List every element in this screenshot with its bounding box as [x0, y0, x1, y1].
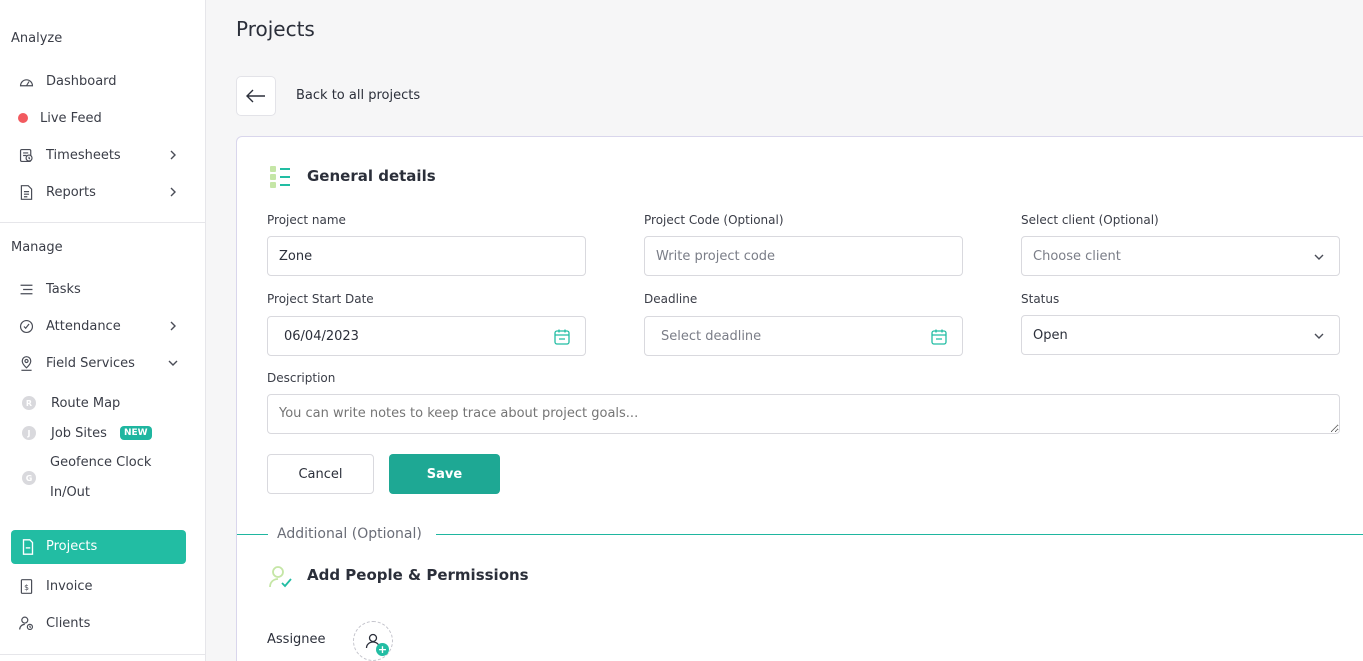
- sidebar-item-dashboard[interactable]: Dashboard: [0, 66, 205, 96]
- user-check-icon: [269, 566, 292, 588]
- sidebar-item-label: Tasks: [46, 281, 81, 297]
- sidebar: Analyze Dashboard Live Feed Timesheets R…: [0, 0, 206, 661]
- deadline-label: Deadline: [644, 292, 698, 306]
- attendance-icon: [17, 317, 35, 335]
- analyze-section-title: Analyze: [11, 31, 63, 46]
- sidebar-item-label: Live Feed: [40, 110, 102, 126]
- back-button[interactable]: [236, 76, 276, 116]
- status-label: Status: [1021, 292, 1060, 306]
- sidebar-item-label: Field Services: [46, 355, 135, 371]
- sidebar-item-label: Projects: [46, 539, 98, 554]
- status-select-value: Open: [1033, 327, 1068, 343]
- manage-section-title: Manage: [11, 240, 63, 255]
- sidebar-item-label: Timesheets: [46, 147, 121, 163]
- client-icon: [17, 614, 35, 632]
- letter-badge: R: [22, 396, 36, 410]
- sidebar-subitem-label: Geofence Clock: [50, 455, 152, 470]
- status-select[interactable]: Open: [1021, 315, 1340, 355]
- sidebar-item-clients[interactable]: Clients: [0, 608, 205, 638]
- start-date-input[interactable]: 06/04/2023: [267, 316, 586, 356]
- sidebar-item-field-services[interactable]: Field Services: [0, 348, 205, 378]
- sidebar-subitem-label: Job Sites: [51, 425, 107, 441]
- client-select-value: Choose client: [1033, 248, 1121, 264]
- letter-badge: G: [22, 471, 36, 485]
- letter-badge: J: [22, 426, 36, 440]
- sidebar-item-label: Clients: [46, 615, 91, 631]
- description-label: Description: [267, 371, 336, 385]
- deadline-placeholder: Select deadline: [661, 328, 762, 344]
- projects-icon: [19, 538, 37, 556]
- sidebar-item-reports[interactable]: Reports: [0, 177, 205, 207]
- sidebar-subitem-label-2: In/Out: [50, 485, 91, 500]
- deadline-input[interactable]: Select deadline: [644, 316, 963, 356]
- start-date-label: Project Start Date: [267, 292, 374, 306]
- list-details-icon: [270, 166, 290, 188]
- svg-text:$: $: [24, 582, 29, 591]
- calendar-icon[interactable]: [930, 328, 948, 346]
- sidebar-item-attendance[interactable]: Attendance: [0, 311, 205, 341]
- sidebar-divider: [0, 654, 205, 655]
- cancel-button[interactable]: Cancel: [267, 454, 374, 494]
- sidebar-item-label: Dashboard: [46, 73, 117, 89]
- arrow-left-icon: [246, 89, 265, 103]
- sidebar-item-tasks[interactable]: Tasks: [0, 274, 205, 304]
- save-button[interactable]: Save: [389, 454, 500, 494]
- chevron-right-icon: [170, 321, 176, 331]
- sidebar-subitem-route-map[interactable]: R Route Map: [0, 390, 205, 416]
- timesheet-icon: [17, 146, 35, 164]
- chevron-down-icon: [1314, 254, 1324, 260]
- project-name-input[interactable]: Zone: [267, 236, 586, 276]
- people-permissions-heading: Add People & Permissions: [307, 566, 529, 584]
- add-assignee-button[interactable]: +: [353, 621, 393, 661]
- new-badge: NEW: [120, 426, 152, 440]
- assignee-label: Assignee: [267, 632, 326, 647]
- sidebar-item-invoice[interactable]: $ Invoice: [0, 571, 205, 601]
- sidebar-item-label: Reports: [46, 184, 96, 200]
- project-code-input[interactable]: Write project code: [644, 236, 963, 276]
- tasks-icon: [17, 280, 35, 298]
- live-dot-icon: [18, 113, 28, 123]
- project-code-label: Project Code (Optional): [644, 213, 784, 227]
- project-name-label: Project name: [267, 213, 346, 227]
- general-details-heading: General details: [307, 167, 436, 185]
- chevron-right-icon: [170, 187, 176, 197]
- chevron-right-icon: [170, 150, 176, 160]
- chevron-down-icon: [168, 360, 178, 366]
- sidebar-item-timesheets[interactable]: Timesheets: [0, 140, 205, 170]
- sidebar-item-label: Invoice: [46, 578, 93, 594]
- invoice-icon: $: [17, 577, 35, 595]
- back-link[interactable]: Back to all projects: [296, 88, 420, 103]
- section-divider-line: [436, 534, 1363, 535]
- location-person-icon: [17, 354, 35, 372]
- sidebar-item-projects[interactable]: Projects: [11, 530, 186, 564]
- chevron-down-icon: [1314, 333, 1324, 339]
- description-textarea[interactable]: [267, 394, 1340, 434]
- client-select[interactable]: Choose client: [1021, 236, 1340, 276]
- dashboard-icon: [17, 72, 35, 90]
- sidebar-subitem-label: Route Map: [51, 395, 121, 411]
- additional-section-label: Additional (Optional): [277, 526, 422, 542]
- sidebar-divider: [0, 222, 205, 223]
- calendar-icon[interactable]: [553, 328, 571, 346]
- client-label: Select client (Optional): [1021, 213, 1159, 227]
- sidebar-item-label: Attendance: [46, 318, 121, 334]
- section-divider-line: [237, 534, 268, 535]
- sidebar-subitem-geofence[interactable]: G Geofence Clock In/Out: [0, 450, 205, 506]
- report-icon: [17, 183, 35, 201]
- sidebar-item-live-feed[interactable]: Live Feed: [0, 103, 205, 133]
- sidebar-subitem-job-sites[interactable]: J Job Sites NEW: [0, 420, 205, 446]
- page-title: Projects: [236, 17, 315, 41]
- start-date-value: 06/04/2023: [284, 328, 359, 344]
- plus-icon: +: [376, 643, 389, 656]
